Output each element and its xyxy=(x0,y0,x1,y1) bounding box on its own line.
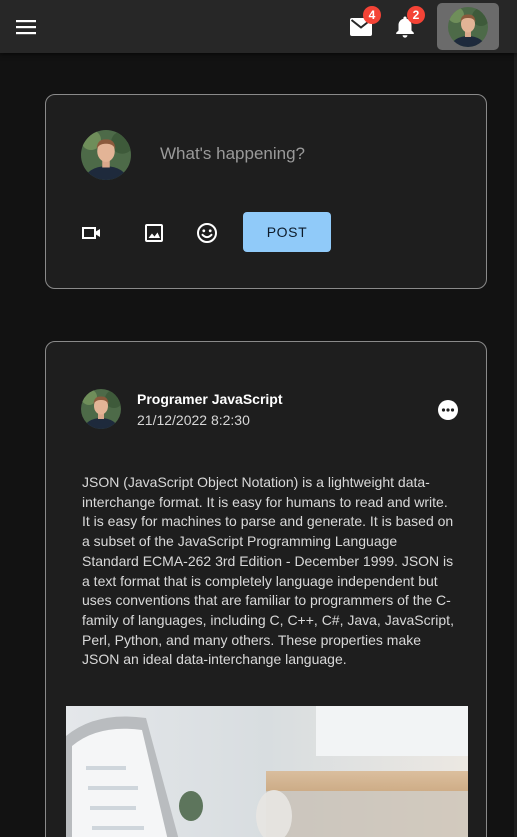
menu-button[interactable] xyxy=(10,11,42,43)
post-date: 21/12/2022 8:2:30 xyxy=(137,412,250,428)
account-button[interactable] xyxy=(437,3,499,50)
app-page: 4 2 What's happening? POST Programer Jav… xyxy=(0,0,517,837)
notifications-button[interactable]: 2 xyxy=(388,6,425,44)
post-author-avatar[interactable] xyxy=(81,389,121,429)
post-card: Programer JavaScript 21/12/2022 8:2:30 J… xyxy=(45,341,487,837)
post-composer: POST xyxy=(45,94,487,289)
composer-avatar xyxy=(81,130,131,180)
top-app-bar: 4 2 xyxy=(0,0,517,53)
mail-button[interactable]: 4 xyxy=(344,6,381,44)
post-image[interactable] xyxy=(66,706,468,837)
emoji-icon[interactable] xyxy=(195,221,219,245)
post-body: JSON (JavaScript Object Notation) is a l… xyxy=(82,474,454,668)
post-photo xyxy=(66,706,468,837)
hamburger-menu-icon xyxy=(16,20,36,35)
user-avatar xyxy=(448,6,488,47)
more-horizontal-icon[interactable] xyxy=(437,399,459,421)
notifications-badge: 2 xyxy=(407,6,425,24)
post-author-name[interactable]: Programer JavaScript xyxy=(137,391,283,407)
whats-happening-input[interactable] xyxy=(160,141,460,167)
post-button[interactable]: POST xyxy=(243,212,331,252)
image-icon[interactable] xyxy=(142,221,166,245)
mail-badge: 4 xyxy=(363,6,381,24)
video-icon[interactable] xyxy=(80,221,104,245)
